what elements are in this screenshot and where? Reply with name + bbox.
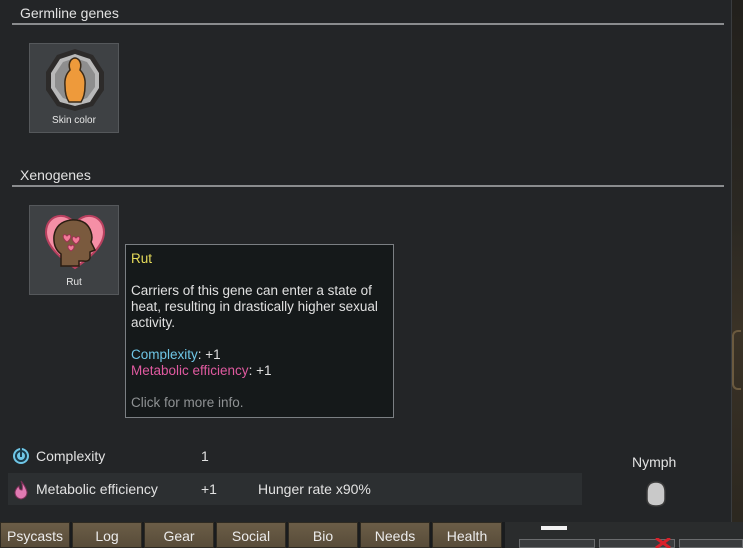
xenogenes-section-title: Xenogenes (20, 167, 91, 183)
tab-needs[interactable]: Needs (360, 522, 430, 548)
rut-heart-head-icon (45, 215, 105, 270)
inspect-tabs: Psycasts Log Gear Social Bio Needs Healt… (0, 522, 505, 548)
status-segment (679, 539, 743, 548)
tooltip-metabolic-value: : +1 (248, 363, 272, 378)
gene-tooltip: Rut Carriers of this gene can enter a st… (125, 244, 394, 418)
tab-log[interactable]: Log (72, 522, 142, 548)
frame-ornament (732, 330, 741, 390)
bottom-status-bar (505, 522, 743, 548)
tooltip-description: Carriers of this gene can enter a state … (131, 283, 378, 330)
stat-label: Metabolic efficiency (36, 481, 158, 497)
gene-label: Skin color (52, 115, 96, 126)
gene-card-rut[interactable]: Rut (29, 205, 119, 295)
tooltip-metabolic-label: Metabolic efficiency (131, 363, 249, 378)
stat-label: Complexity (36, 448, 106, 464)
stat-value: 1 (201, 448, 209, 464)
section-divider (12, 185, 724, 187)
stat-row-complexity[interactable]: Complexity 1 (8, 440, 582, 472)
stat-value: +1 (201, 481, 217, 497)
tab-psycasts[interactable]: Psycasts (0, 522, 70, 548)
gene-card-skin-color[interactable]: Skin color (29, 43, 119, 133)
stat-extra: Hunger rate x90% (258, 481, 371, 497)
tooltip-hint: Click for more info. (131, 395, 244, 410)
tab-social[interactable]: Social (216, 522, 286, 548)
tab-bio[interactable]: Bio (288, 522, 358, 548)
genes-panel: Germline genes Skin color Xenogenes Rut … (0, 0, 732, 522)
tooltip-stats: Complexity: +1 Metabolic efficiency: +1 (131, 347, 389, 379)
gene-label: Rut (66, 277, 82, 288)
tooltip-complexity-label: Complexity (131, 347, 198, 362)
drag-handle[interactable] (541, 526, 567, 530)
tooltip-complexity-value: : +1 (197, 347, 221, 362)
xenotype-name: Nymph (632, 454, 677, 470)
complexity-icon (13, 448, 29, 464)
stat-row-metabolic[interactable]: Metabolic efficiency +1 Hunger rate x90% (8, 473, 582, 505)
close-icon[interactable] (653, 538, 673, 548)
skin-color-icon (46, 49, 104, 111)
metabolism-icon (14, 480, 28, 500)
xenotype-icon[interactable] (645, 481, 667, 507)
tab-health[interactable]: Health (432, 522, 502, 548)
status-segment (519, 539, 595, 548)
tab-gear[interactable]: Gear (144, 522, 214, 548)
section-divider (12, 23, 724, 25)
germline-section-title: Germline genes (20, 5, 119, 21)
tooltip-title: Rut (131, 251, 153, 266)
